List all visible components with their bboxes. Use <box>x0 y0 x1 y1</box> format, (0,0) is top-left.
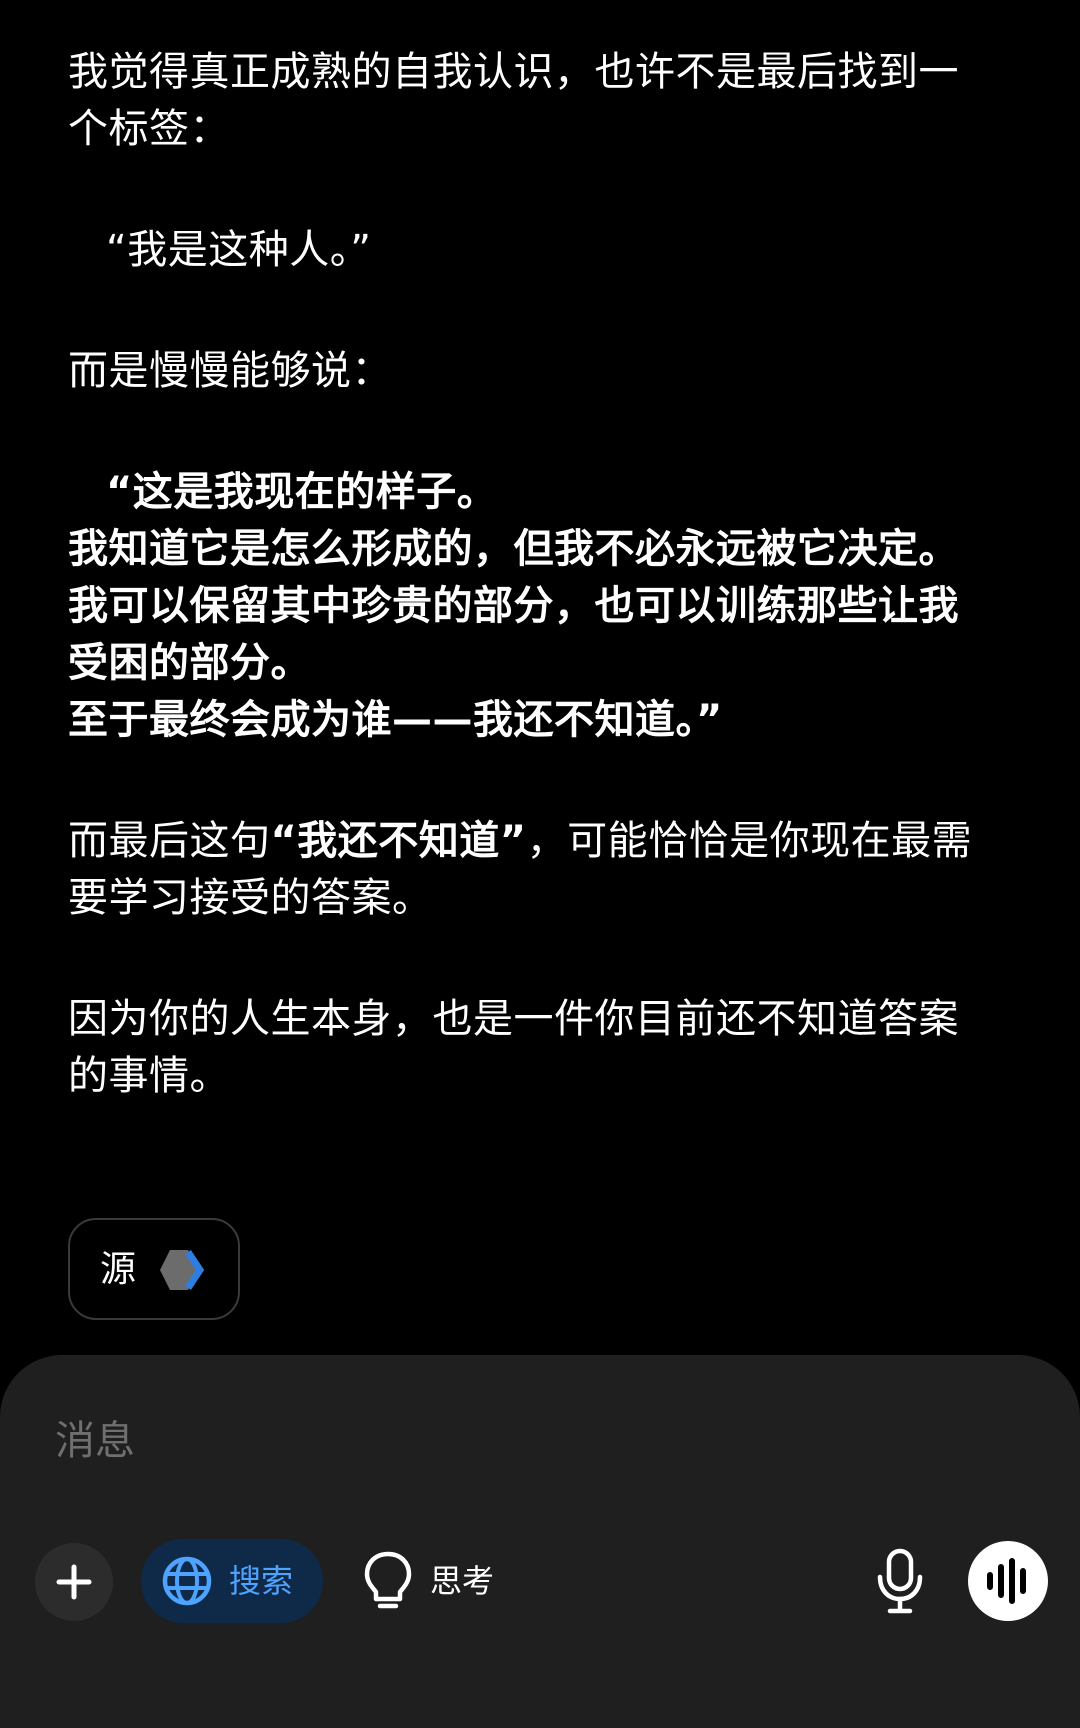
message-paragraph: 而是慢慢能够说： <box>68 348 392 394</box>
source-label: 源 <box>100 1249 137 1290</box>
add-attachment-button[interactable] <box>35 1543 113 1621</box>
search-toggle-button[interactable]: 搜索 <box>141 1539 323 1623</box>
message-paragraph: 因为你的人生本身，也是一件你目前还不知道答案的事情。 <box>68 996 959 1099</box>
chevron-right-icon <box>158 1246 214 1294</box>
think-label: 思考 <box>430 1562 495 1600</box>
message-composer: 搜索 思考 <box>0 1355 1080 1728</box>
search-label: 搜索 <box>229 1562 294 1600</box>
message-paragraph: 而最后这句“我还不知道”，可能恰恰是你现在最需要学习接受的答案。 <box>68 813 988 927</box>
paragraph-prefix: 而最后这句 <box>68 818 271 864</box>
lightbulb-icon <box>362 1549 414 1613</box>
bold-quote-block: “这是我现在的样子。 我知道它是怎么形成的，但我不必永远被它决定。 我可以保留其… <box>68 464 988 749</box>
message-content: 我觉得真正成熟的自我认识，也许不是最后找到一个标签： “我是这种人。” 而是慢慢… <box>68 44 988 1169</box>
message-paragraph: “我是这种人。” <box>68 222 988 279</box>
voice-mode-button[interactable] <box>968 1541 1048 1621</box>
message-input[interactable] <box>55 1413 955 1469</box>
quote-line: “这是我现在的样子。 <box>68 464 988 521</box>
voice-waveform-icon <box>987 1558 1026 1604</box>
think-toggle-button[interactable]: 思考 <box>356 1539 516 1623</box>
quote-line: 至于最终会成为谁——我还不知道。” <box>68 697 723 743</box>
quoted-label: “我是这种人。” <box>106 227 372 273</box>
quote-line: 我知道它是怎么形成的，但我不必永远被它决定。 <box>68 526 959 572</box>
globe-icon <box>159 1553 215 1609</box>
quote-line: 我可以保留其中珍贵的部分，也可以训练那些让我受困的部分。 <box>68 583 959 686</box>
microphone-button[interactable] <box>872 1541 928 1621</box>
message-paragraph: 我觉得真正成熟的自我认识，也许不是最后找到一个标签： <box>68 49 959 152</box>
quote-line-text: “这是我现在的样子。 <box>106 469 498 515</box>
source-chip-button[interactable]: 源 <box>68 1218 240 1320</box>
plus-icon <box>56 1564 92 1600</box>
microphone-icon <box>877 1548 923 1614</box>
paragraph-bold-phrase: “我还不知道” <box>270 818 527 864</box>
